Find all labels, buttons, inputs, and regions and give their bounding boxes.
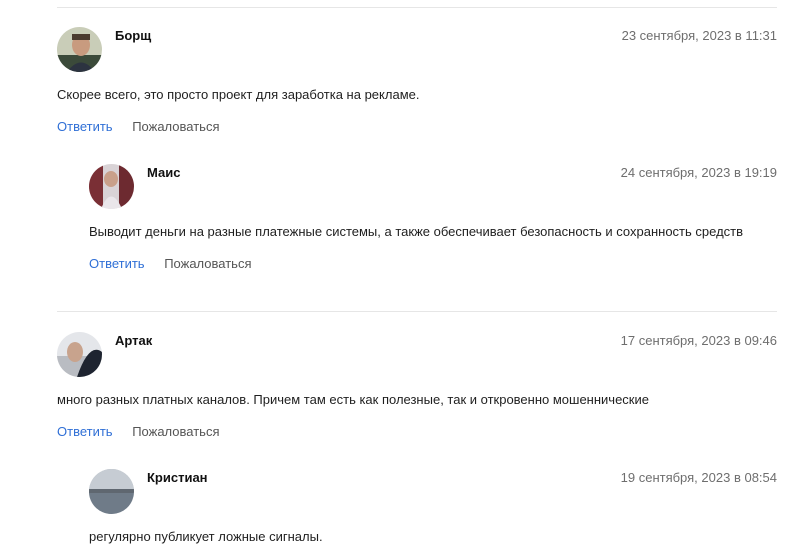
comment-author[interactable]: Артак (115, 333, 152, 348)
comment-text: много разных платных каналов. Причем там… (57, 392, 649, 407)
comment-text: Скорее всего, это просто проект для зара… (57, 87, 420, 102)
comment-header: Кристиан 19 сентября, 2023 в 08:54 (89, 469, 777, 515)
comment-actions: Ответить Пожаловаться (89, 256, 777, 271)
avatar (57, 27, 102, 72)
comment-header: Борщ 23 сентября, 2023 в 11:31 (57, 27, 777, 73)
comment-text: регулярно публикует ложные сигналы. (89, 529, 323, 544)
reply-comment: Кристиан 19 сентября, 2023 в 08:54 регул… (89, 469, 777, 544)
avatar (57, 332, 102, 377)
comment-date: 19 сентября, 2023 в 08:54 (620, 470, 777, 485)
comment-header: Маис 24 сентября, 2023 в 19:19 (89, 164, 777, 210)
report-button[interactable]: Пожаловаться (132, 119, 219, 134)
divider (57, 311, 777, 312)
comment: Артак 17 сентября, 2023 в 09:46 много ра… (57, 332, 777, 439)
comments-section: Борщ 23 сентября, 2023 в 11:31 Скорее вс… (0, 0, 795, 555)
comment-text: Выводит деньги на разные платежные систе… (89, 224, 744, 239)
comment-author[interactable]: Маис (147, 165, 180, 180)
comment-header: Артак 17 сентября, 2023 в 09:46 (57, 332, 777, 378)
comment-date: 23 сентября, 2023 в 11:31 (621, 28, 777, 43)
reply-button[interactable]: Ответить (57, 119, 113, 134)
divider (57, 7, 777, 8)
comment: Борщ 23 сентября, 2023 в 11:31 Скорее вс… (57, 27, 777, 134)
reply-comment: Маис 24 сентября, 2023 в 19:19 Выводит д… (89, 164, 777, 271)
avatar (89, 469, 134, 514)
report-button[interactable]: Пожаловаться (164, 256, 251, 271)
report-button[interactable]: Пожаловаться (132, 424, 219, 439)
reply-button[interactable]: Ответить (89, 256, 145, 271)
reply-button[interactable]: Ответить (57, 424, 113, 439)
comment-author[interactable]: Борщ (115, 28, 151, 43)
comment-date: 24 сентября, 2023 в 19:19 (620, 165, 777, 180)
avatar (89, 164, 134, 209)
comment-actions: Ответить Пожаловаться (57, 119, 777, 134)
comment-date: 17 сентября, 2023 в 09:46 (620, 333, 777, 348)
comment-actions: Ответить Пожаловаться (57, 424, 777, 439)
comment-author[interactable]: Кристиан (147, 470, 208, 485)
